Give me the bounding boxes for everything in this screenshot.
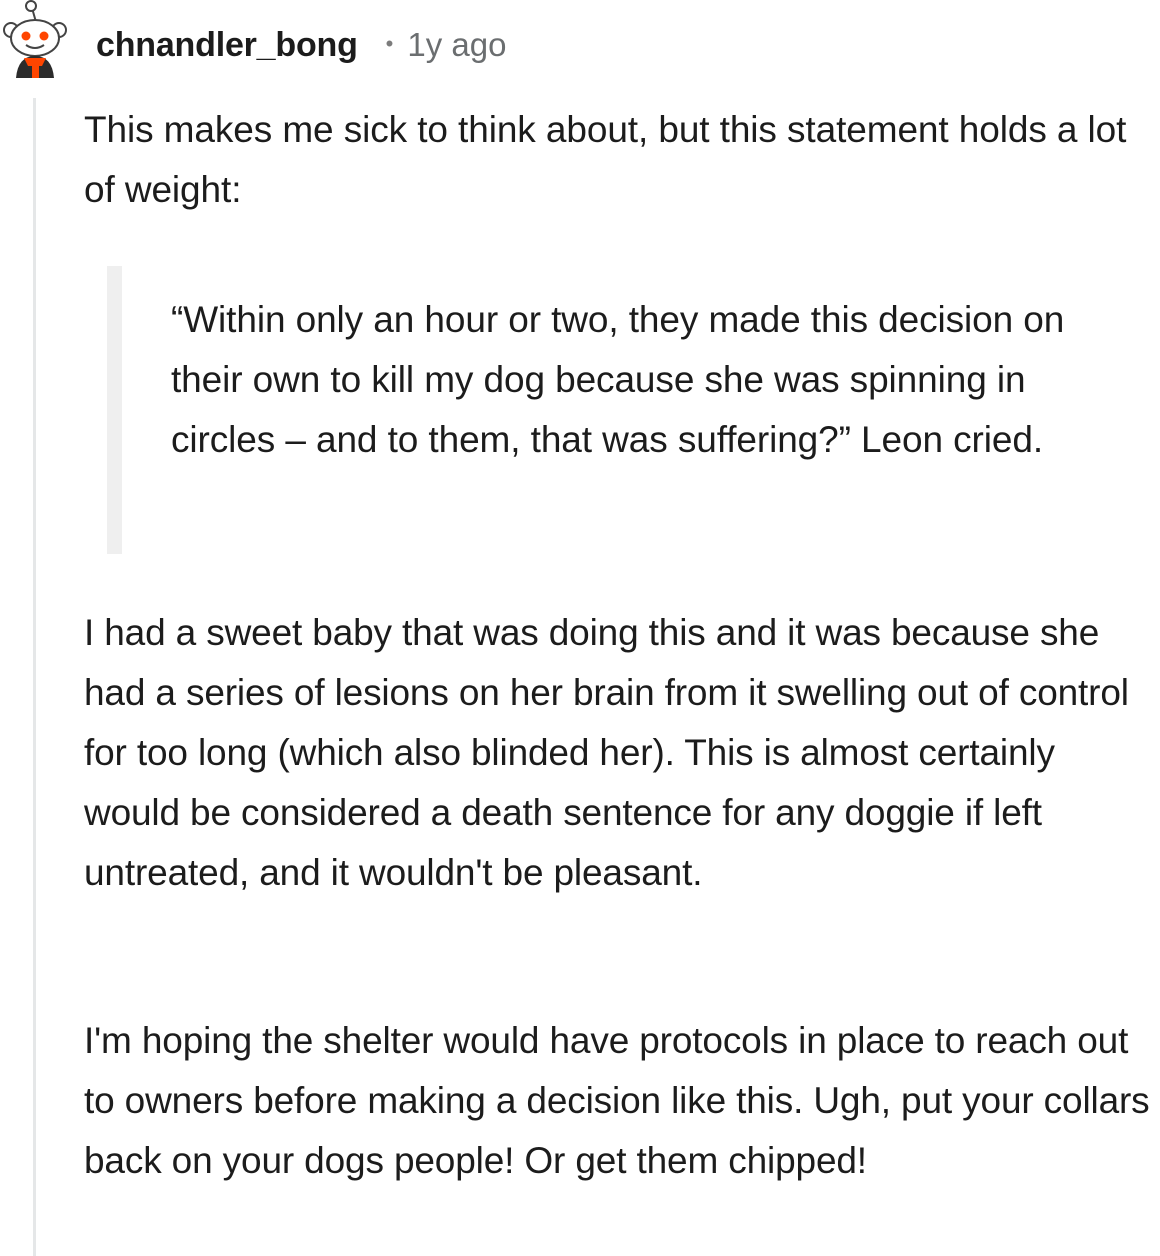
comment-header: chnandler_bong • 1y ago [96, 20, 506, 70]
comment-paragraph-third: I'm hoping the shelter would have protoc… [84, 1020, 1150, 1181]
snoo-avatar-icon [3, 0, 67, 78]
blockquote: “Within only an hour or two, they made t… [107, 266, 1107, 554]
avatar[interactable] [2, 0, 68, 78]
username[interactable]: chnandler_bong [96, 26, 358, 65]
timestamp[interactable]: 1y ago [407, 26, 506, 64]
comment-paragraph-second: I had a sweet baby that was doing this a… [84, 612, 1129, 893]
comment: chnandler_bong • 1y ago This makes me si… [0, 0, 1160, 1256]
comment-body: This makes me sick to think about, but t… [84, 100, 1154, 220]
thread-line[interactable] [33, 98, 36, 1256]
blockquote-text: “Within only an hour or two, they made t… [171, 299, 1065, 460]
comment-paragraph-intro: This makes me sick to think about, but t… [84, 109, 1127, 210]
separator-dot: • [385, 31, 394, 56]
blockquote-bar [107, 266, 122, 554]
